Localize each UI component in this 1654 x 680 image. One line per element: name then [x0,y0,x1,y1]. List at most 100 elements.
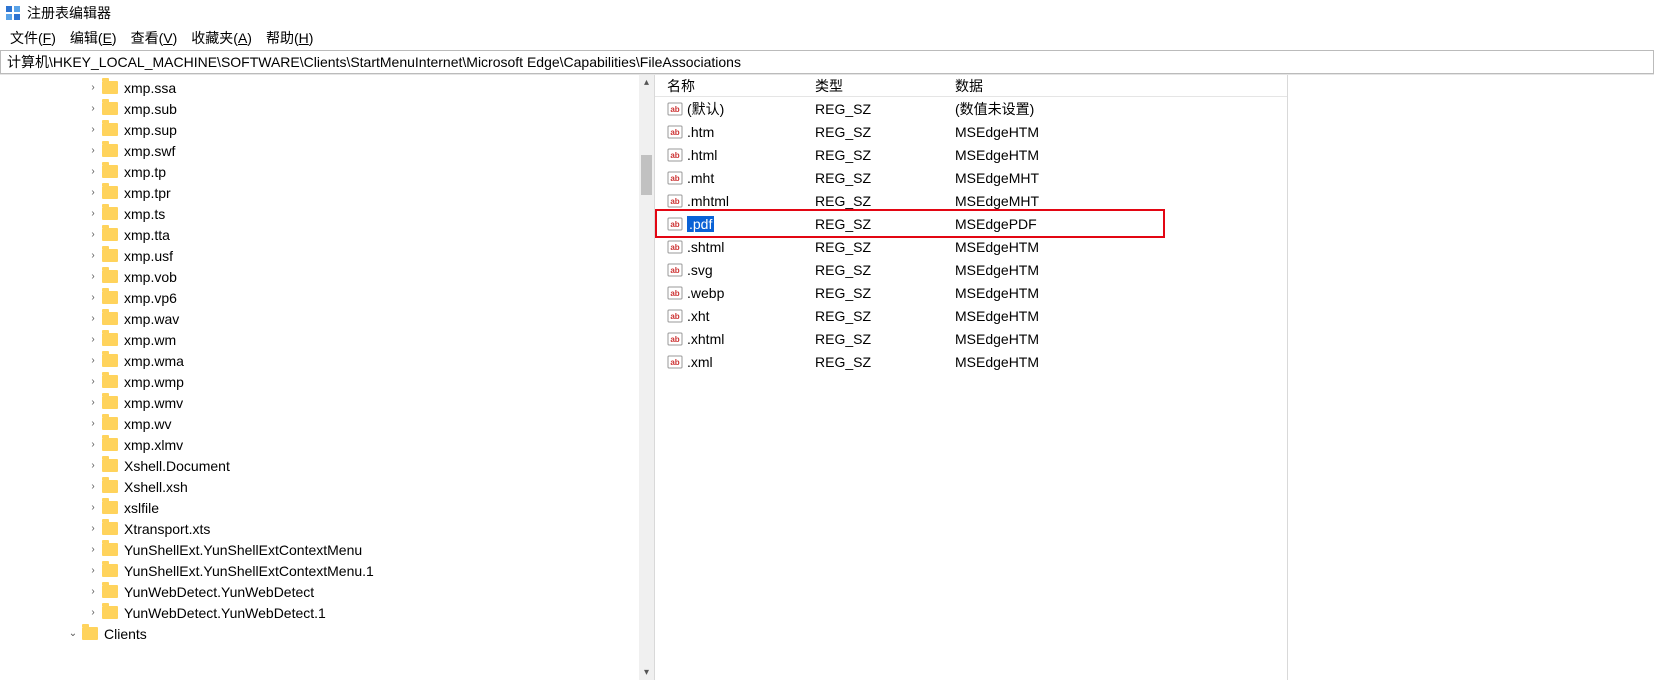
value-row[interactable]: ab.shtmlREG_SZMSEdgeHTM [655,235,1287,258]
chevron-right-icon[interactable]: › [86,102,100,116]
address-bar[interactable]: 计算机\HKEY_LOCAL_MACHINE\SOFTWARE\Clients\… [0,50,1654,74]
menu-help[interactable]: 帮助(H) [266,28,313,48]
svg-text:ab: ab [670,312,679,321]
tree-node[interactable]: › Xtransport.xts [0,518,640,539]
chevron-right-icon[interactable]: › [86,123,100,137]
value-row[interactable]: ab.mhtmlREG_SZMSEdgeMHT [655,189,1287,212]
tree-node-label: xmp.sub [124,101,177,117]
chevron-right-icon[interactable]: › [86,312,100,326]
value-row[interactable]: ab.htmlREG_SZMSEdgeHTM [655,143,1287,166]
tree-node[interactable]: ⌄Clients [0,623,640,644]
values-body[interactable]: ab(默认)REG_SZ(数值未设置)ab.htmREG_SZMSEdgeHTM… [655,97,1287,680]
col-header-name[interactable]: 名称 [655,76,803,96]
tree-node[interactable]: ›xmp.ts [0,203,640,224]
scroll-up-arrow-icon[interactable]: ▴ [639,75,654,90]
tree-node[interactable]: ›xmp.tp [0,161,640,182]
tree-node[interactable]: ›xmp.tta [0,224,640,245]
tree-node[interactable]: › xmp.sub [0,98,640,119]
tree-node[interactable]: › xmp.wmv [0,392,640,413]
value-type: REG_SZ [803,331,943,347]
menu-file[interactable]: 文件(F) [10,28,56,48]
value-row[interactable]: ab.webpREG_SZMSEdgeHTM [655,281,1287,304]
value-row[interactable]: ab.htmREG_SZMSEdgeHTM [655,120,1287,143]
value-row[interactable]: ab.xhtREG_SZMSEdgeHTM [655,304,1287,327]
chevron-right-icon[interactable]: › [86,396,100,410]
chevron-right-icon[interactable]: › [86,354,100,368]
col-header-data[interactable]: 数据 [943,76,1287,96]
tree-node[interactable]: ›xmp.wma [0,350,640,371]
tree-node[interactable]: ›xmp.ssa [0,77,640,98]
chevron-right-icon[interactable]: › [86,480,100,494]
chevron-right-icon[interactable]: › [86,165,100,179]
chevron-right-icon[interactable]: › [86,522,100,536]
chevron-right-icon[interactable]: › [86,438,100,452]
value-type: REG_SZ [803,147,943,163]
chevron-right-icon[interactable]: › [86,207,100,221]
tree-node[interactable]: ›xmp.tpr [0,182,640,203]
tree-node-label: xmp.wmv [124,395,183,411]
scroll-thumb[interactable] [641,155,652,195]
value-row[interactable]: ab.pdfREG_SZMSEdgePDF [655,212,1287,235]
chevron-right-icon[interactable]: › [86,333,100,347]
chevron-right-icon[interactable]: › [86,291,100,305]
tree-node[interactable]: ›Xshell.xsh [0,476,640,497]
chevron-right-icon[interactable]: › [86,81,100,95]
tree-node-label: YunWebDetect.YunWebDetect [124,584,314,600]
value-row[interactable]: ab.svgREG_SZMSEdgeHTM [655,258,1287,281]
folder-icon [102,165,118,178]
menu-edit[interactable]: 编辑(E) [70,28,117,48]
tree-node[interactable]: ›xmp.sup [0,119,640,140]
tree-node-label: xmp.swf [124,143,175,159]
scroll-down-arrow-icon[interactable]: ▾ [639,665,654,680]
chevron-right-icon[interactable]: › [86,501,100,515]
tree-node[interactable]: ›YunWebDetect.YunWebDetect.1 [0,602,640,623]
tree-node[interactable]: ›xmp.wm [0,329,640,350]
value-type: REG_SZ [803,285,943,301]
chevron-right-icon[interactable]: › [86,228,100,242]
tree-pane[interactable]: ›xmp.ssa›xmp.sub›xmp.sup›xmp.swf›xmp.tp›… [0,75,655,680]
value-name: .shtml [687,239,724,255]
menu-favorites[interactable]: 收藏夹(A) [191,28,252,48]
tree-node[interactable]: ›Xshell.Document [0,455,640,476]
tree-node[interactable]: ›xmp.usf [0,245,640,266]
chevron-right-icon[interactable]: › [86,564,100,578]
tree-node[interactable]: ›xmp.wv [0,413,640,434]
values-header: 名称 类型 数据 [655,75,1287,97]
chevron-right-icon[interactable]: › [86,270,100,284]
folder-icon [102,186,118,199]
chevron-right-icon[interactable]: › [86,186,100,200]
value-row[interactable]: ab.mhtREG_SZMSEdgeMHT [655,166,1287,189]
chevron-right-icon[interactable]: › [86,249,100,263]
tree-node[interactable]: ›xmp.wmp [0,371,640,392]
value-row[interactable]: ab(默认)REG_SZ(数值未设置) [655,97,1287,120]
tree-node[interactable]: ›xmp.vob [0,266,640,287]
svg-text:ab: ab [670,174,679,183]
chevron-right-icon[interactable]: › [86,144,100,158]
tree-node-label: YunShellExt.YunShellExtContextMenu.1 [124,563,374,579]
tree-node-label: Xtransport.xts [124,521,210,537]
tree-node[interactable]: ›xmp.xlmv [0,434,640,455]
menu-view[interactable]: 查看(V) [131,28,178,48]
chevron-right-icon[interactable]: › [86,375,100,389]
value-row[interactable]: ab.xhtmlREG_SZMSEdgeHTM [655,327,1287,350]
chevron-right-icon[interactable]: › [86,459,100,473]
chevron-right-icon[interactable]: › [86,417,100,431]
tree-node[interactable]: ›xmp.wav [0,308,640,329]
chevron-right-icon[interactable]: › [86,543,100,557]
folder-icon [102,501,118,514]
value-name: .html [687,147,717,163]
tree-node[interactable]: ›YunShellExt.YunShellExtContextMenu [0,539,640,560]
tree-scrollbar[interactable]: ▴ ▾ [639,75,654,680]
tree-node[interactable]: › YunWebDetect.YunWebDetect [0,581,640,602]
col-header-type[interactable]: 类型 [803,76,943,96]
value-type: REG_SZ [803,308,943,324]
chevron-right-icon[interactable]: › [86,606,100,620]
svg-text:ab: ab [670,266,679,275]
tree-node[interactable]: ›xslfile [0,497,640,518]
tree-node[interactable]: › xmp.swf [0,140,640,161]
chevron-right-icon[interactable]: › [86,585,100,599]
tree-node[interactable]: › YunShellExt.YunShellExtContextMenu.1 [0,560,640,581]
tree-node[interactable]: ›xmp.vp6 [0,287,640,308]
value-row[interactable]: ab.xmlREG_SZMSEdgeHTM [655,350,1287,373]
chevron-down-icon[interactable]: ⌄ [66,627,80,641]
